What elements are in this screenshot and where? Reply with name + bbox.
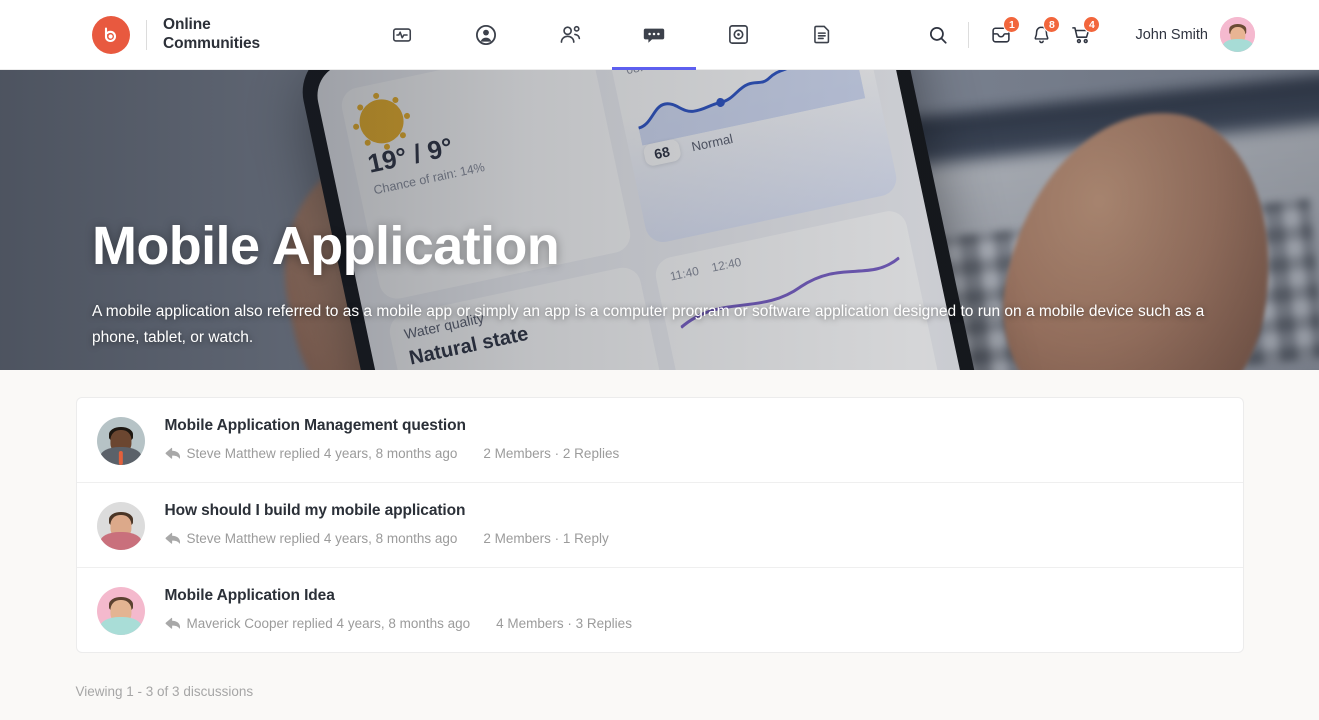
discussion-title[interactable]: Mobile Application Idea [165, 587, 632, 605]
user-avatar[interactable] [1220, 17, 1255, 52]
nav-item-members[interactable] [528, 0, 612, 70]
discussion-avatar[interactable] [96, 417, 145, 465]
page-description: A mobile application also referred to as… [92, 302, 1205, 347]
discussion-title[interactable]: Mobile Application Management question [165, 417, 620, 435]
discussion-row[interactable]: How should I build my mobile application… [76, 483, 1243, 568]
messages-badge: 1 [1003, 15, 1021, 33]
discussion-title[interactable]: How should I build my mobile application [165, 502, 609, 520]
notifications-button[interactable]: 8 [1021, 15, 1061, 55]
reply-arrow-icon [165, 532, 180, 545]
discussion-row[interactable]: Mobile Application Idea Maverick Cooper … [77, 568, 1243, 652]
nav-item-profile[interactable] [444, 0, 528, 70]
discussion-meta: Steve Matthew replied 4 years, 8 months … [186, 446, 458, 461]
discussion-counts: 2 Members · 1 Reply [483, 531, 609, 546]
cart-badge: 4 [1083, 15, 1101, 33]
nav-item-media[interactable] [696, 0, 780, 70]
community-logo-icon [92, 15, 130, 54]
brand-name: Online Communities [163, 15, 261, 52]
reply-arrow-icon [165, 447, 180, 460]
main-navigation [360, 0, 864, 70]
hero-banner: 19° / 9° Chance of rain: 14% Noise pollu… [0, 70, 1319, 370]
discussion-counts: 4 Members · 3 Replies [496, 616, 632, 631]
site-header: Online Communities 1 8 4 John Smith [0, 0, 1319, 70]
discussion-meta: Maverick Cooper replied 4 years, 8 month… [186, 616, 471, 631]
discussion-counts: 2 Members · 2 Replies [483, 446, 620, 461]
discussion-avatar[interactable] [96, 587, 145, 635]
viewing-status: Viewing 1 - 3 of 3 discussions [75, 684, 254, 699]
user-name[interactable]: John Smith [1135, 27, 1208, 43]
nav-item-documents[interactable] [780, 0, 864, 70]
hero-content: Mobile Application A mobile application … [92, 218, 1259, 352]
reply-arrow-icon [165, 617, 180, 630]
brand-logo-link[interactable]: Online Communities [92, 15, 261, 54]
main-content: Mobile Application Management question S… [0, 370, 1319, 720]
messages-button[interactable]: 1 [981, 15, 1021, 55]
discussion-meta: Steve Matthew replied 4 years, 8 months … [186, 531, 458, 546]
discussion-avatar[interactable] [96, 502, 145, 550]
header-actions: 1 8 4 John Smith [918, 15, 1299, 55]
brand-divider [146, 19, 147, 50]
nav-item-forums[interactable] [612, 0, 697, 70]
nav-item-activity[interactable] [360, 0, 444, 70]
discussion-row[interactable]: Mobile Application Management question S… [76, 398, 1243, 483]
page-title: Mobile Application [92, 216, 560, 276]
discussions-list: Mobile Application Management question S… [75, 397, 1244, 653]
cart-button[interactable]: 4 [1061, 15, 1101, 55]
header-divider [968, 21, 970, 48]
search-button[interactable] [918, 15, 958, 55]
notifications-badge: 8 [1043, 15, 1061, 33]
